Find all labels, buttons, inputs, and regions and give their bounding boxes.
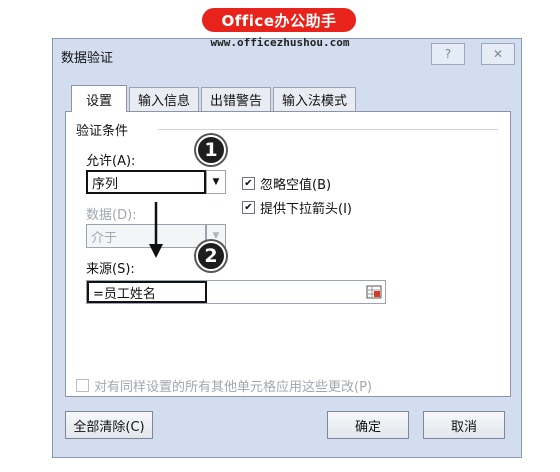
step-marker-1: 1 — [196, 135, 226, 165]
validation-criteria-heading: 验证条件 — [76, 124, 129, 139]
tab-strip: 设置 输入信息 出错警告 输入法模式 — [71, 85, 358, 112]
cancel-button[interactable]: 取消 — [423, 411, 505, 439]
step-marker-2: 2 — [196, 241, 226, 271]
apply-all-label: 对有同样设置的所有其他单元格应用这些更改(P) — [94, 380, 372, 395]
allow-label: 允许(A): — [86, 154, 136, 169]
dialog-title: 数据验证 — [61, 51, 114, 66]
checkbox-checked-icon: ✔ — [242, 177, 255, 190]
tab-ime-mode[interactable]: 输入法模式 — [273, 87, 357, 111]
ok-button[interactable]: 确定 — [327, 411, 409, 439]
allow-select[interactable]: 序列 — [86, 170, 206, 194]
group-divider — [158, 129, 498, 130]
arrow-down-icon — [149, 202, 163, 258]
checkbox-unchecked-icon — [76, 379, 89, 392]
data-value: 介于 — [91, 230, 118, 246]
close-icon: ✕ — [492, 47, 504, 61]
range-select-icon — [366, 285, 382, 299]
collapse-range-button[interactable] — [365, 283, 383, 301]
ignore-blank-checkbox[interactable]: ✔ 忽略空值(B) — [242, 174, 331, 193]
tab-settings[interactable]: 设置 — [71, 85, 128, 112]
brand-banner: Office办公助手 — [202, 8, 356, 32]
close-button[interactable]: ✕ — [481, 43, 515, 65]
in-cell-dropdown-checkbox[interactable]: ✔ 提供下拉箭头(I) — [242, 198, 352, 217]
source-input[interactable]: =员工姓名 — [86, 280, 386, 304]
in-cell-dropdown-label: 提供下拉箭头(I) — [260, 202, 352, 217]
site-watermark: www.officezhushou.com — [210, 36, 350, 49]
checkbox-checked-icon: ✔ — [242, 201, 255, 214]
ignore-blank-label: 忽略空值(B) — [260, 178, 332, 193]
source-value: =员工姓名 — [87, 281, 207, 303]
chevron-down-icon: ▼ — [212, 177, 220, 187]
source-label: 来源(S): — [86, 262, 135, 277]
help-icon: ? — [444, 47, 452, 61]
chevron-down-icon: ▼ — [212, 231, 220, 241]
allow-value: 序列 — [92, 176, 119, 192]
tab-input-message[interactable]: 输入信息 — [129, 87, 200, 111]
settings-panel: 验证条件 允许(A): 序列 ▼ ✔ 忽略空值(B) ✔ 提供下拉箭头(I) 数… — [65, 111, 511, 397]
clear-all-button[interactable]: 全部清除(C) — [65, 411, 153, 439]
help-button[interactable]: ? — [431, 43, 465, 65]
allow-dropdown-button[interactable]: ▼ — [206, 170, 226, 194]
tab-error-alert[interactable]: 出错警告 — [201, 87, 272, 111]
data-validation-dialog: 数据验证 ? ✕ 设置 输入信息 出错警告 输入法模式 验证条件 允许(A): … — [52, 38, 522, 458]
data-label: 数据(D): — [86, 208, 137, 223]
apply-all-checkbox[interactable]: 对有同样设置的所有其他单元格应用这些更改(P) — [76, 376, 372, 395]
